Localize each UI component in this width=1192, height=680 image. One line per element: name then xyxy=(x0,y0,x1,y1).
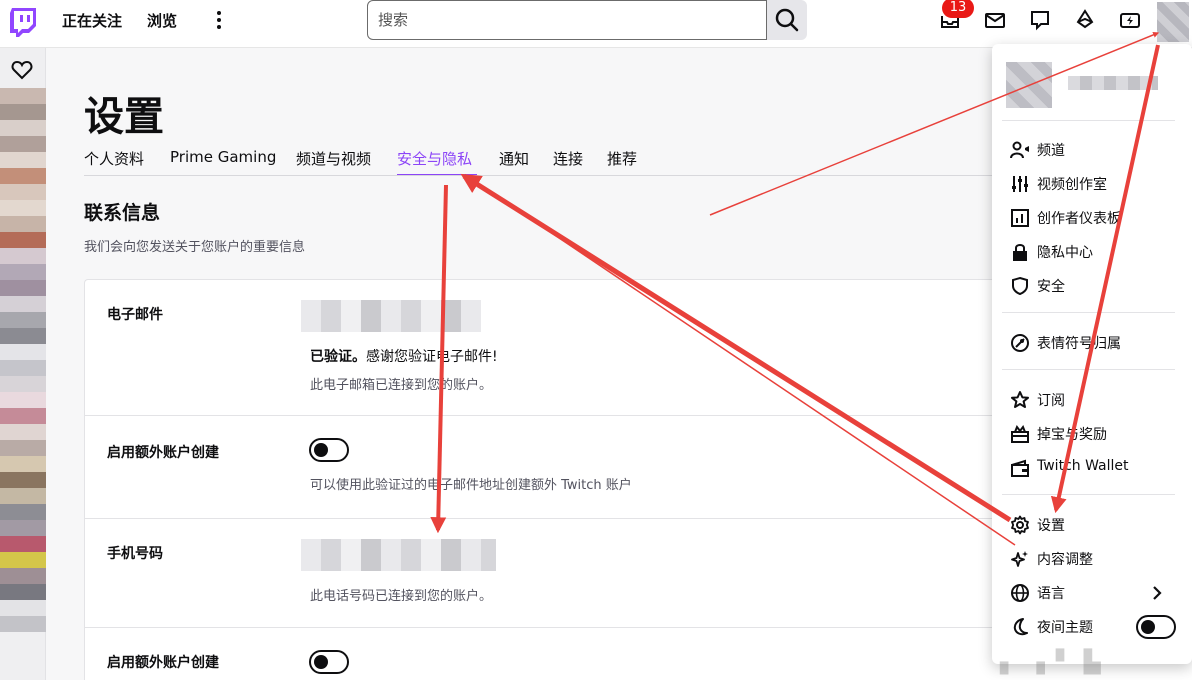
menu-item-label: 设置 xyxy=(1037,518,1065,534)
phone-connected-note: 此电话号码已连接到您的账户。 xyxy=(310,589,493,604)
whispers-icon[interactable] xyxy=(1028,8,1052,32)
dark-theme-toggle[interactable] xyxy=(1136,615,1176,639)
menu-item-dark-theme[interactable]: 夜间主题 xyxy=(1010,615,1182,639)
search-icon xyxy=(775,8,799,32)
verified-label: 已验证。 xyxy=(310,349,366,365)
page-title: 设置 xyxy=(84,94,164,140)
watermark: ▖ ▗ ▘ ▙ xyxy=(1000,650,1103,675)
tab-prime-gaming[interactable]: Prime Gaming xyxy=(170,148,276,166)
extra-accounts-email-note: 可以使用此验证过的电子邮件地址创建额外 Twitch 账户 xyxy=(310,478,632,493)
menu-item-emote-attribution[interactable]: 表情符号归属 xyxy=(1010,331,1182,355)
search-field[interactable] xyxy=(367,0,767,40)
menu-item-label: 内容调整 xyxy=(1037,552,1093,568)
menu-item-channel[interactable]: 频道 xyxy=(1010,138,1182,162)
gear-icon xyxy=(1011,515,1029,535)
menu-item-twitch-wallet[interactable]: Twitch Wallet xyxy=(1010,456,1182,480)
menu-item-language[interactable]: 语言 xyxy=(1010,581,1182,605)
extra-accounts-email-toggle[interactable] xyxy=(309,438,349,462)
nav-browse-link[interactable]: 浏览 xyxy=(147,10,177,31)
contact-info-subtitle: 我们会向您发送关于您账户的重要信息 xyxy=(84,240,306,255)
tab-connections[interactable]: 连接 xyxy=(553,148,583,169)
extra-accounts-label-2: 启用额外账户创建 xyxy=(107,655,219,671)
menu-item-creator-dashboard[interactable]: 创作者仪表板 xyxy=(1010,206,1182,230)
bits-icon[interactable] xyxy=(1073,8,1097,32)
toggle-knob xyxy=(1141,620,1155,634)
channel-icon xyxy=(1010,141,1029,159)
menu-item-label: 掉宝与奖励 xyxy=(1037,427,1107,443)
menu-divider xyxy=(1002,369,1175,370)
menu-item-content-tuning[interactable]: 内容调整 xyxy=(1010,547,1182,571)
tab-security-privacy[interactable]: 安全与隐私 xyxy=(397,148,472,169)
sparkle-icon xyxy=(1011,551,1028,567)
contact-info-title: 联系信息 xyxy=(84,202,161,224)
nav-following-link[interactable]: 正在关注 xyxy=(62,10,122,31)
star-icon xyxy=(1011,391,1029,408)
toggle-knob xyxy=(314,655,328,669)
menu-item-safety[interactable]: 安全 xyxy=(1010,274,1182,298)
drops-icon xyxy=(1011,424,1029,443)
extra-accounts-label: 启用额外账户创建 xyxy=(107,445,219,461)
dashboard-icon xyxy=(1011,209,1029,227)
menu-item-label: 隐私中心 xyxy=(1037,245,1093,261)
menu-item-privacy-center[interactable]: 隐私中心 xyxy=(1010,240,1182,264)
menu-item-subscriptions[interactable]: 订阅 xyxy=(1010,388,1182,412)
tab-recommendations[interactable]: 推荐 xyxy=(607,148,637,169)
tab-profile[interactable]: 个人资料 xyxy=(84,148,144,169)
more-options-icon[interactable] xyxy=(212,8,226,32)
menu-item-label: 安全 xyxy=(1037,279,1065,295)
email-connected-note: 此电子邮箱已连接到您的账户。 xyxy=(310,378,493,393)
user-dropdown-menu: 频道 视频创作室 创作者仪表板 隐私中心 安全 表情符号归属 订阅 掉宝与奖励 … xyxy=(992,44,1192,664)
email-verified-status: 已验证。感谢您验证电子邮件! xyxy=(310,346,498,366)
extra-accounts-phone-toggle[interactable] xyxy=(309,650,349,674)
verified-text: 感谢您验证电子邮件! xyxy=(366,349,498,365)
menu-user-avatar xyxy=(1006,62,1052,108)
search-input[interactable] xyxy=(368,1,766,39)
email-label: 电子邮件 xyxy=(107,307,163,323)
menu-item-label: 创作者仪表板 xyxy=(1037,211,1121,227)
top-navigation-bar: 正在关注 浏览 13 xyxy=(0,0,1192,48)
phone-label: 手机号码 xyxy=(107,546,163,562)
phone-value-redacted xyxy=(301,539,496,571)
menu-item-settings[interactable]: 设置 xyxy=(1010,513,1182,537)
lock-icon xyxy=(1013,244,1027,261)
menu-item-label: 夜间主题 xyxy=(1037,620,1093,636)
user-avatar[interactable] xyxy=(1157,2,1189,42)
menu-item-label: 视频创作室 xyxy=(1037,177,1107,193)
menu-item-drops-rewards[interactable]: 掉宝与奖励 xyxy=(1010,422,1182,446)
menu-divider xyxy=(1002,494,1175,495)
menu-item-video-producer[interactable]: 视频创作室 xyxy=(1010,172,1182,196)
wallet-icon xyxy=(1011,459,1029,477)
turbo-icon[interactable] xyxy=(1118,8,1142,32)
globe-icon xyxy=(1011,584,1029,602)
tab-channel-videos[interactable]: 频道与视频 xyxy=(296,148,371,169)
email-value-redacted xyxy=(301,300,481,332)
menu-username-redacted xyxy=(1068,76,1158,90)
menu-item-label: Twitch Wallet xyxy=(1037,458,1129,474)
sliders-icon xyxy=(1012,176,1028,192)
moon-icon xyxy=(1013,618,1028,636)
toggle-knob xyxy=(314,443,328,457)
search-button[interactable] xyxy=(767,0,807,40)
shield-icon xyxy=(1012,276,1028,296)
menu-item-label: 语言 xyxy=(1037,586,1065,602)
notification-count-badge: 13 xyxy=(942,0,974,18)
menu-item-label: 频道 xyxy=(1037,143,1065,159)
emote-icon xyxy=(1011,334,1029,352)
menu-divider xyxy=(1002,312,1175,313)
twitch-logo-icon[interactable] xyxy=(8,6,38,38)
inbox-icon[interactable] xyxy=(983,8,1007,32)
tab-notifications[interactable]: 通知 xyxy=(499,148,529,169)
menu-item-label: 订阅 xyxy=(1037,393,1065,409)
followed-channel-avatars[interactable] xyxy=(0,88,46,632)
heart-icon xyxy=(11,60,33,80)
chevron-right-icon xyxy=(1153,586,1162,600)
menu-item-label: 表情符号归属 xyxy=(1037,336,1121,352)
menu-divider xyxy=(1002,120,1175,121)
